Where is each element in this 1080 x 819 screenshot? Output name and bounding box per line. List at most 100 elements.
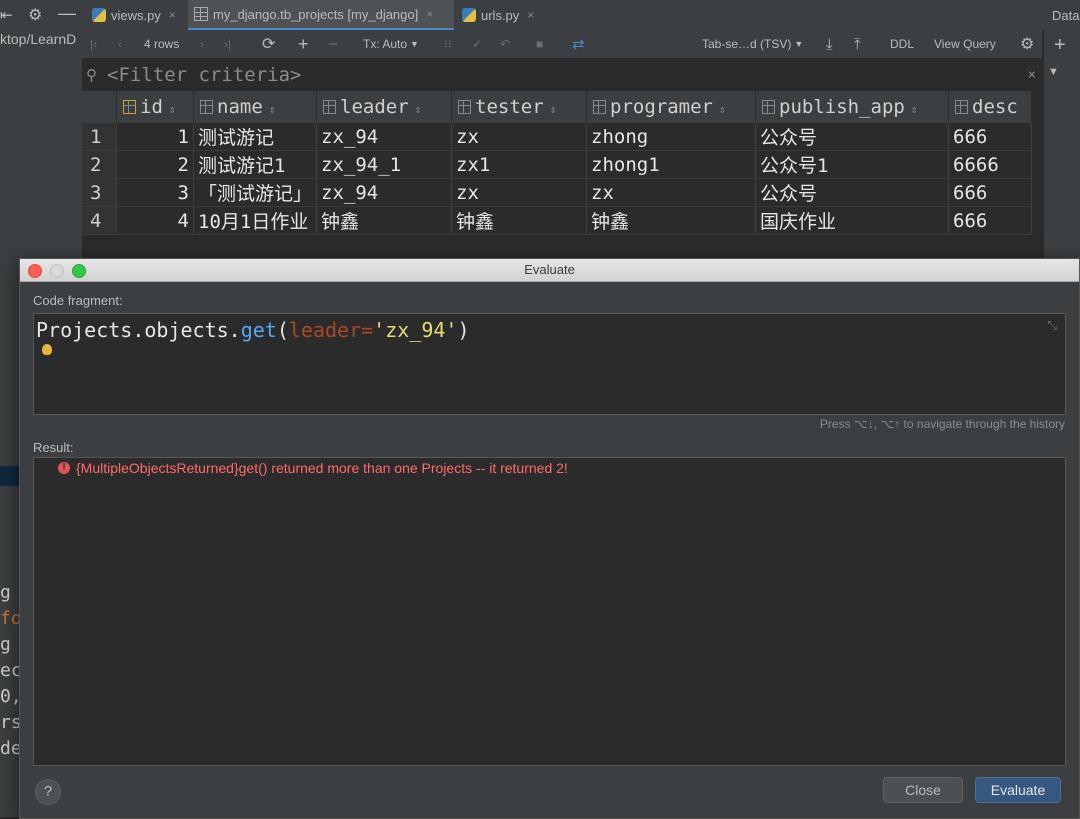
code-fragment-editor[interactable]: Projects.objects.get(leader='zx_94') ⤡	[33, 313, 1066, 415]
dialog-titlebar[interactable]: Evaluate	[20, 259, 1079, 282]
chevron-down-icon: ▼	[794, 39, 804, 49]
column-header-id[interactable]: id ⇕	[116, 91, 194, 123]
commit-icon[interactable]: ✓	[472, 30, 482, 58]
code-object: Projects.objects.	[36, 318, 241, 342]
cell-desc[interactable]: 666	[948, 178, 1033, 207]
cell-programer[interactable]: zx	[586, 178, 757, 207]
cell-id[interactable]: 2	[116, 150, 194, 179]
cell-desc[interactable]: 666	[948, 123, 1033, 151]
minimize-icon[interactable]: —	[58, 3, 76, 24]
cell-tester[interactable]: 钟鑫	[451, 206, 588, 235]
cell-programer[interactable]: zhong1	[586, 150, 757, 179]
result-panel[interactable]: ! {MultipleObjectsReturned}get() returne…	[33, 457, 1066, 766]
collapse-icon[interactable]: ⇤	[0, 6, 13, 24]
compare-icon[interactable]: ⇄	[572, 30, 585, 58]
background-code: g fo g ec 0, rs de	[0, 582, 19, 759]
settings-icon[interactable]: ⚙	[1020, 30, 1034, 58]
rollback-icon[interactable]: ↶	[500, 30, 510, 58]
cell-leader[interactable]: 钟鑫	[316, 206, 453, 235]
close-icon[interactable]: ×	[426, 7, 433, 21]
column-name: id	[140, 96, 163, 118]
lightbulb-icon[interactable]	[42, 344, 52, 355]
code-line: Projects.objects.get(leader='zx_94')	[36, 318, 470, 342]
tab-label: my_django.tb_projects [my_django]	[213, 6, 419, 22]
cell-programer[interactable]: zhong	[586, 123, 757, 151]
stop-icon[interactable]: ■	[536, 30, 543, 58]
sort-icon[interactable]: ⇕	[269, 103, 276, 116]
gear-icon[interactable]: ⚙	[28, 5, 42, 25]
add-icon[interactable]: +	[1054, 34, 1066, 57]
export-icon[interactable]: ⤓	[826, 30, 833, 58]
view-query-button[interactable]: View Query	[934, 30, 996, 58]
prev-page-icon[interactable]: ‹	[118, 30, 122, 58]
last-page-icon[interactable]: ›|	[224, 30, 231, 58]
filter-bar[interactable]: ⚲ <Filter criteria> ×	[82, 60, 1042, 90]
dialog-title: Evaluate	[524, 262, 575, 277]
sort-icon[interactable]: ⇕	[911, 103, 918, 116]
cell-name[interactable]: 测试游记1	[193, 150, 318, 179]
history-icon[interactable]: ⁝⁝	[444, 30, 452, 58]
cell-tester[interactable]: zx	[451, 178, 588, 207]
tab-tb-projects[interactable]: my_django.tb_projects [my_django] ×	[188, 0, 454, 30]
table-row[interactable]: 2 2 测试游记1 zx_94_1 zx1 zhong1 公众号1 6666	[82, 150, 1033, 179]
column-header-name[interactable]: name ⇕	[193, 91, 318, 123]
cell-tester[interactable]: zx1	[451, 150, 588, 179]
result-row[interactable]: ! {MultipleObjectsReturned}get() returne…	[58, 460, 568, 476]
clear-filter-icon[interactable]: ×	[1028, 67, 1036, 83]
cell-id[interactable]: 1	[116, 123, 194, 151]
cell-publish-app[interactable]: 公众号1	[755, 150, 950, 179]
table-row[interactable]: 1 1 测试游记 zx_94 zx zhong 公众号 666	[82, 123, 1033, 151]
column-header-leader[interactable]: leader ⇕	[316, 91, 453, 123]
sort-icon[interactable]: ⇕	[719, 103, 726, 116]
close-icon[interactable]: ×	[527, 8, 534, 22]
python-file-icon	[92, 8, 106, 22]
add-row-icon[interactable]: +	[298, 30, 309, 58]
sort-icon[interactable]: ⇕	[415, 103, 422, 116]
import-icon[interactable]: ⤒	[854, 30, 861, 58]
cell-publish-app[interactable]: 国庆作业	[755, 206, 950, 235]
next-page-icon[interactable]: ›	[200, 30, 204, 58]
close-icon[interactable]: ×	[169, 8, 176, 22]
cell-leader[interactable]: zx_94_1	[316, 150, 453, 179]
sort-icon[interactable]: ⇕	[550, 103, 557, 116]
close-button[interactable]: Close	[883, 777, 963, 803]
column-icon	[200, 100, 213, 114]
delete-row-icon[interactable]: −	[328, 30, 339, 58]
evaluate-button[interactable]: Evaluate	[975, 777, 1061, 803]
cell-leader[interactable]: zx_94	[316, 123, 453, 151]
cell-leader[interactable]: zx_94	[316, 178, 453, 207]
cell-id[interactable]: 4	[116, 206, 194, 235]
cell-publish-app[interactable]: 公众号	[755, 123, 950, 151]
refresh-icon[interactable]: ⟳	[262, 30, 275, 58]
column-header-programer[interactable]: programer ⇕	[586, 91, 757, 123]
cell-id[interactable]: 3	[116, 178, 194, 207]
table-row[interactable]: 4 4 10月1日作业 钟鑫 钟鑫 钟鑫 国庆作业 666	[82, 206, 1033, 235]
first-page-icon[interactable]: |‹	[90, 30, 97, 58]
extractor-dropdown[interactable]: Tab-se…d (TSV) ▼	[702, 30, 803, 58]
sort-icon[interactable]: ⇕	[169, 103, 176, 116]
column-header-tester[interactable]: tester ⇕	[451, 91, 588, 123]
tab-views-py[interactable]: views.py ×	[86, 0, 186, 30]
cell-tester[interactable]: zx	[451, 123, 588, 151]
cell-publish-app[interactable]: 公众号	[755, 178, 950, 207]
filter-input[interactable]: <Filter criteria>	[107, 64, 301, 86]
tab-label: views.py	[111, 7, 161, 23]
column-header-desc[interactable]: desc	[948, 91, 1033, 123]
ddl-button[interactable]: DDL	[890, 30, 914, 58]
cell-desc[interactable]: 666	[948, 206, 1033, 235]
row-count[interactable]: 4 rows	[144, 30, 179, 58]
expand-editor-icon[interactable]: ⤡	[1047, 318, 1057, 333]
cell-name[interactable]: 测试游记	[193, 123, 318, 151]
column-header-publish-app[interactable]: publish_app ⇕	[755, 91, 950, 123]
column-name: publish_app	[779, 96, 905, 118]
column-name: leader	[340, 96, 409, 118]
tab-urls-py[interactable]: urls.py ×	[456, 0, 552, 30]
cell-name[interactable]: 「测试游记」	[193, 178, 318, 207]
help-button[interactable]: ?	[35, 779, 61, 805]
cell-programer[interactable]: 钟鑫	[586, 206, 757, 235]
cell-desc[interactable]: 6666	[948, 150, 1033, 179]
tx-mode-dropdown[interactable]: Tx: Auto ▼	[363, 30, 419, 58]
table-row[interactable]: 3 3 「测试游记」 zx_94 zx zx 公众号 666	[82, 178, 1033, 207]
expand-arrow-icon[interactable]: ▼	[1048, 66, 1059, 78]
cell-name[interactable]: 10月1日作业	[193, 206, 318, 235]
